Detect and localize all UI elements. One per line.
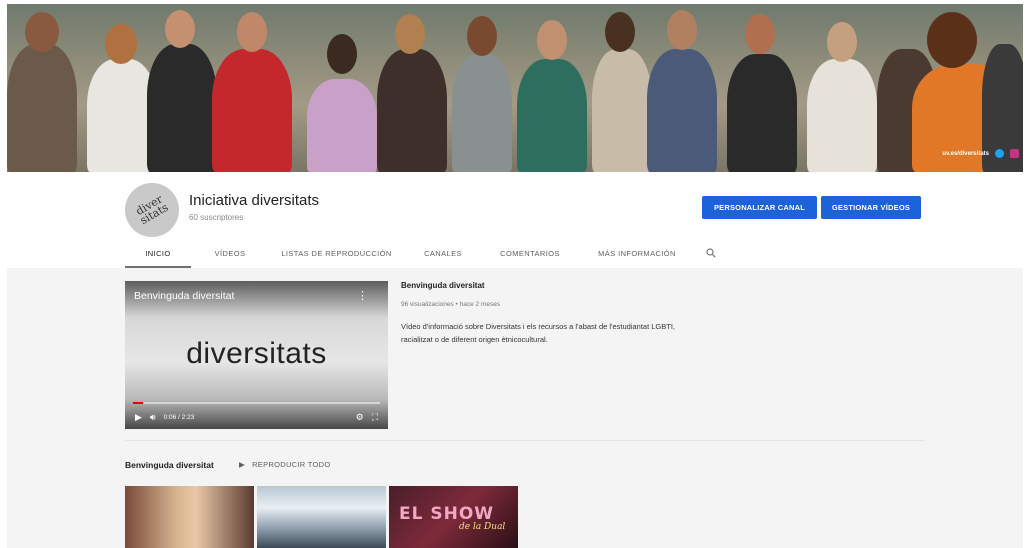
thumbnail-title-text: EL SHOW [399, 504, 495, 524]
video-shelf: EL SHOW de la Dual [125, 486, 518, 548]
player-time: 0:06 / 2:23 [163, 413, 195, 421]
tab-inicio[interactable]: INICIO [125, 238, 191, 268]
play-icon[interactable]: ▶ [135, 412, 142, 423]
volume-icon[interactable]: 🔊︎ [150, 412, 156, 423]
more-options-icon[interactable]: ⋮ [357, 289, 368, 302]
customize-channel-button[interactable]: PERSONALIZAR CANAL [702, 196, 817, 219]
tab-comments[interactable]: COMENTARIOS [482, 238, 578, 268]
channel-header: diver sitats Iniciativa diversitats 60 s… [7, 172, 1023, 268]
settings-icon[interactable]: ⚙ [356, 412, 364, 423]
tab-channels[interactable]: CANALES [404, 238, 482, 268]
video-thumbnail[interactable] [257, 486, 386, 548]
banner-links: uv.es/diversitats [942, 149, 1019, 158]
play-all-button[interactable]: ▶ REPRODUCIR TODO [239, 460, 330, 469]
twitter-icon[interactable] [995, 149, 1004, 158]
video-thumbnail[interactable] [125, 486, 254, 548]
instagram-icon[interactable] [1010, 149, 1019, 158]
channel-avatar[interactable]: diver sitats [125, 183, 179, 237]
banner-handle[interactable]: uv.es/diversitats [942, 151, 989, 157]
channel-banner: uv.es/diversitats [7, 4, 1023, 172]
channel-content: Benvinguda diversitat ⋮ diversitats ▶ 🔊︎… [7, 268, 1023, 548]
player-controls: ▶ 🔊︎ 0:06 / 2:23 ⚙ ⛶ [135, 409, 378, 425]
tab-playlists[interactable]: LISTAS DE REPRODUCCIÓN [269, 238, 404, 268]
featured-video-title[interactable]: Benvinguda diversitat [401, 281, 681, 290]
channel-tabs: INICIO VÍDEOS LISTAS DE REPRODUCCIÓN CAN… [125, 238, 726, 268]
featured-video-info: Benvinguda diversitat 96 visualizaciones… [401, 281, 681, 346]
subscriber-count: 60 suscriptores [189, 213, 244, 222]
player-logo-text: diversitats [186, 337, 327, 370]
progress-bar[interactable] [133, 402, 380, 404]
search-icon[interactable] [696, 238, 726, 268]
section-divider [125, 440, 925, 441]
fullscreen-icon[interactable]: ⛶ [372, 412, 378, 423]
player-title[interactable]: Benvinguda diversitat [134, 290, 234, 302]
shelf-title[interactable]: Benvinguda diversitat [125, 460, 214, 470]
play-all-icon: ▶ [239, 460, 246, 469]
tab-videos[interactable]: VÍDEOS [191, 238, 269, 268]
featured-video-description: Vídeo d'informació sobre Diversitats i e… [401, 322, 676, 344]
avatar-logo-text: diver sitats [133, 192, 171, 228]
featured-video-meta: 96 visualizaciones • hace 2 meses [401, 301, 501, 308]
video-thumbnail[interactable]: EL SHOW de la Dual [389, 486, 518, 548]
featured-video-player[interactable]: Benvinguda diversitat ⋮ diversitats ▶ 🔊︎… [125, 281, 388, 429]
channel-name: Iniciativa diversitats [189, 192, 320, 209]
manage-videos-button[interactable]: GESTIONAR VÍDEOS [821, 196, 921, 219]
youtube-channel-page: uv.es/diversitats diver sitats Iniciativ… [0, 0, 1027, 548]
tab-about[interactable]: MÁS INFORMACIÓN [578, 238, 696, 268]
progress-fill [133, 402, 143, 404]
thumbnail-subtitle-text: de la Dual [459, 522, 506, 532]
play-all-label: REPRODUCIR TODO [252, 460, 331, 469]
